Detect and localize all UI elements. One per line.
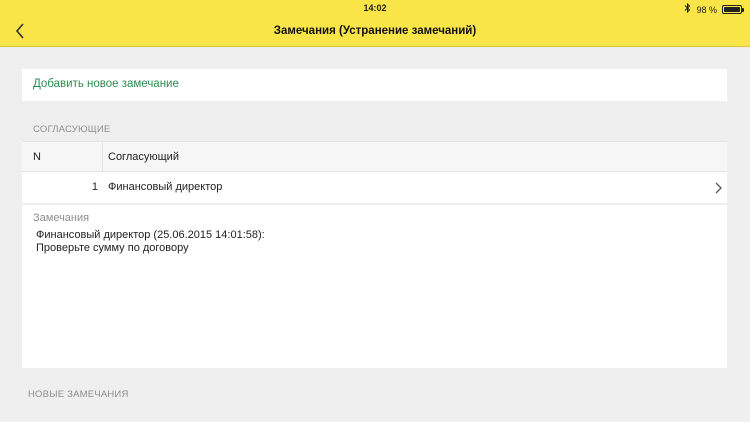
battery-percent: 98 % bbox=[696, 4, 717, 15]
page-title: Замечания (Устранение замечаний) bbox=[273, 25, 477, 37]
column-header-approver: Согласующий bbox=[108, 151, 179, 163]
column-header-n: N bbox=[22, 142, 103, 172]
navigation-bar: 14:02 98 % Замечания (Устранение замечан… bbox=[0, 0, 750, 47]
add-remark-link[interactable]: Добавить новое замечание bbox=[33, 78, 179, 90]
remarks-text: Финансовый директор (25.06.2015 14:01:58… bbox=[36, 229, 265, 254]
approvers-section-title: СОГЛАСУЮЩИЕ bbox=[33, 124, 111, 135]
status-indicators: 98 % bbox=[684, 2, 744, 16]
new-remarks-section-title: НОВЫЕ ЗАМЕЧАНИЯ bbox=[28, 389, 129, 400]
row-approver-name: Финансовый директор bbox=[108, 181, 223, 193]
approvers-table: N Согласующий 1 Финансовый директор bbox=[22, 141, 727, 204]
remarks-label: Замечания bbox=[33, 212, 90, 224]
battery-level bbox=[724, 7, 740, 12]
table-row[interactable]: 1 Финансовый директор bbox=[22, 172, 727, 204]
add-remark-card: Добавить новое замечание bbox=[22, 69, 727, 101]
bluetooth-icon bbox=[684, 2, 691, 16]
row-number: 1 bbox=[91, 181, 98, 193]
table-header: N Согласующий bbox=[22, 141, 727, 172]
battery-icon bbox=[722, 5, 744, 14]
status-time: 14:02 bbox=[363, 3, 387, 13]
chevron-right-icon bbox=[715, 182, 722, 194]
remarks-panel: Замечания Финансовый директор (25.06.201… bbox=[22, 205, 727, 368]
